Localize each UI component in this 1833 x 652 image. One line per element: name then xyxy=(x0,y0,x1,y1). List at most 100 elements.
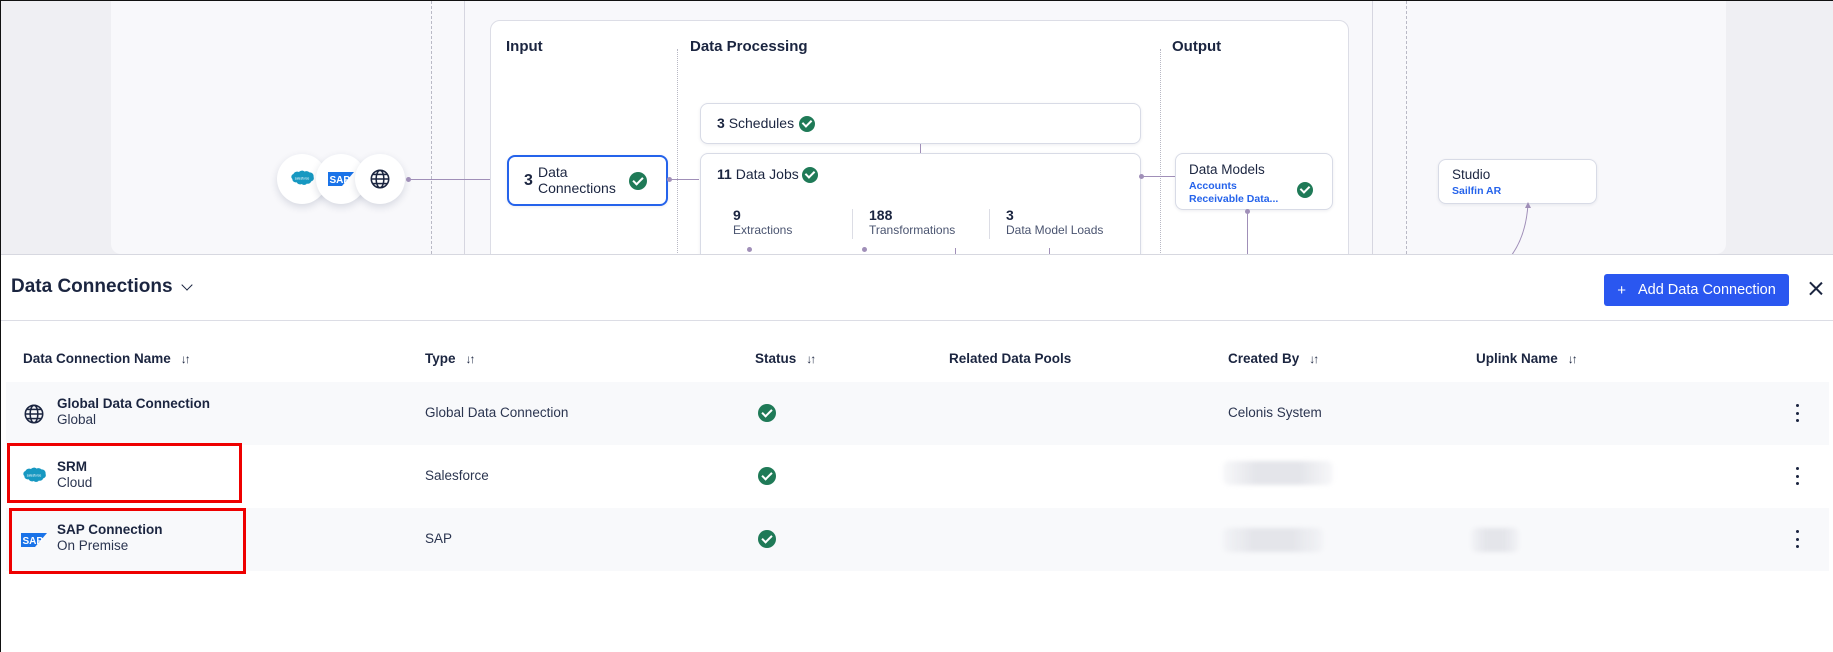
data-connections-count: 3 xyxy=(524,172,533,189)
highlight-box-srm xyxy=(7,443,242,503)
panel-title: Data Connections xyxy=(11,276,173,297)
close-panel-button[interactable] xyxy=(1805,278,1827,300)
schedules-node[interactable]: 3 Schedules xyxy=(700,103,1141,144)
panel-title-dropdown[interactable]: Data Connections xyxy=(11,276,193,298)
schedules-text: Schedules xyxy=(728,115,795,131)
label-line-1: Data xyxy=(538,164,568,180)
more-options-icon[interactable] xyxy=(1795,530,1799,548)
data-jobs-count: 11 xyxy=(717,166,732,182)
salesforce-icon: salesforce xyxy=(291,170,314,185)
link-line-1: Accounts xyxy=(1189,180,1237,192)
created-by-cell: Celonis System xyxy=(1228,405,1322,420)
connector-connections-to-jobs xyxy=(670,179,699,180)
connector-models-down xyxy=(1247,211,1248,254)
data-jobs-node[interactable]: 11 Data Jobs 9 Extractions 188 Transform… xyxy=(700,153,1141,254)
uplink-name-redacted xyxy=(1471,528,1519,552)
highlight-box-sap xyxy=(9,508,246,574)
link-line-2: Receivable Data... xyxy=(1189,193,1279,205)
lane-divider xyxy=(1406,1,1407,254)
lane-divider xyxy=(431,1,432,254)
more-options-icon[interactable] xyxy=(1795,404,1799,422)
success-check-icon xyxy=(1297,181,1313,198)
data-models-node[interactable]: Data Models Accounts Receivable Data... xyxy=(1175,153,1333,210)
column-header-status[interactable]: Status ↓↑ xyxy=(755,351,816,366)
studio-label: Studio xyxy=(1452,167,1491,182)
connector-to-studio xyxy=(1511,202,1531,254)
column-header-uplink-name[interactable]: Uplink Name ↓↑ xyxy=(1476,351,1578,366)
connection-name-cell[interactable]: Global Data Connection Global xyxy=(57,396,210,427)
column-header-related-data-pools: Related Data Pools xyxy=(949,351,1071,366)
add-data-connection-label: Add Data Connection xyxy=(1637,282,1776,298)
globe-icon xyxy=(24,404,44,424)
section-processing-title: Data Processing xyxy=(690,38,808,55)
column-header-type[interactable]: Type ↓↑ xyxy=(425,351,476,366)
column-header-name[interactable]: Data Connection Name ↓↑ xyxy=(23,351,191,366)
data-connections-node[interactable]: 3 Data Connections xyxy=(507,155,668,206)
column-header-created-by[interactable]: Created By ↓↑ xyxy=(1228,351,1319,366)
success-check-icon xyxy=(758,530,776,548)
stat-label: Transformations xyxy=(869,223,956,237)
connection-name: Global Data Connection xyxy=(57,396,211,411)
table-row[interactable]: Global Data Connection Global Global Dat… xyxy=(6,382,1829,445)
column-label: Created By xyxy=(1228,351,1300,366)
label-line-2: Connections xyxy=(538,180,616,196)
stat-transformations[interactable]: 188 Transformations xyxy=(869,207,955,237)
sap-icon: SAP xyxy=(328,172,354,186)
type-cell: SAP xyxy=(425,531,453,546)
svg-text:SAP: SAP xyxy=(330,175,351,186)
table-row[interactable]: salesforce SRM Cloud Salesforce xyxy=(6,445,1829,508)
stat-value: 9 xyxy=(733,207,741,223)
success-check-icon xyxy=(799,115,815,132)
section-input-title: Input xyxy=(506,38,543,55)
pipeline-canvas[interactable]: salesforce SAP Input Data Processing Out… xyxy=(1,1,1833,254)
pipeline-box: Input Data Processing Output 3 Data Conn… xyxy=(490,20,1349,254)
sort-icon[interactable]: ↓↑ xyxy=(806,352,816,366)
lane-border xyxy=(1372,1,1373,254)
success-check-icon xyxy=(758,467,776,485)
column-label: Related Data Pools xyxy=(949,351,1072,366)
stat-extractions[interactable]: 9 Extractions xyxy=(733,207,792,237)
schedules-label: 3 Schedules xyxy=(717,115,794,131)
data-jobs-text: Data Jobs xyxy=(735,166,799,182)
sort-icon[interactable]: ↓↑ xyxy=(466,352,476,366)
sort-icon[interactable]: ↓↑ xyxy=(181,352,191,366)
connector-schedules-to-jobs xyxy=(920,144,921,153)
schedules-count: 3 xyxy=(717,115,725,131)
data-jobs-label: 11 Data Jobs xyxy=(717,166,799,182)
stat-divider xyxy=(852,209,853,239)
created-by-redacted xyxy=(1223,461,1333,485)
data-models-label: Data Models xyxy=(1189,162,1265,177)
connector-dot xyxy=(747,247,752,252)
lane-border xyxy=(464,1,465,254)
section-output-title: Output xyxy=(1172,38,1222,55)
panel-divider xyxy=(1,320,1833,321)
stat-divider xyxy=(989,209,990,239)
stat-value: 188 xyxy=(869,207,893,223)
column-label: Data Connection Name xyxy=(23,351,171,366)
success-check-icon xyxy=(629,172,647,190)
created-by-redacted xyxy=(1223,528,1323,552)
chevron-down-icon xyxy=(180,279,193,291)
data-model-link[interactable]: Accounts Receivable Data... xyxy=(1189,180,1278,206)
plus-icon: + xyxy=(1617,281,1626,299)
studio-node[interactable]: Studio Sailfin AR xyxy=(1438,159,1597,204)
connector-jobs-to-models xyxy=(1142,176,1175,177)
sort-icon[interactable]: ↓↑ xyxy=(1309,352,1319,366)
stat-data-model-loads[interactable]: 3 Data Model Loads xyxy=(1006,207,1103,237)
studio-link[interactable]: Sailfin AR xyxy=(1452,185,1501,197)
sort-icon[interactable]: ↓↑ xyxy=(1568,352,1578,366)
data-connections-panel: Data Connections + Add Data Connection D… xyxy=(1,254,1833,652)
type-cell: Global Data Connection xyxy=(425,405,569,420)
connection-subtitle: Global xyxy=(57,412,97,427)
section-divider xyxy=(677,49,678,254)
column-label: Type xyxy=(425,351,456,366)
data-connections-label: Data Connections xyxy=(538,164,616,196)
source-global[interactable] xyxy=(355,154,405,204)
stat-label: Data Model Loads xyxy=(1006,223,1104,237)
success-check-icon xyxy=(802,166,818,183)
table-row[interactable]: SAP SAP Connection On Premise SAP xyxy=(6,508,1829,571)
more-options-icon[interactable] xyxy=(1795,467,1799,485)
globe-icon xyxy=(370,169,390,189)
column-label: Uplink Name xyxy=(1476,351,1558,366)
add-data-connection-button[interactable]: + Add Data Connection xyxy=(1604,274,1789,306)
